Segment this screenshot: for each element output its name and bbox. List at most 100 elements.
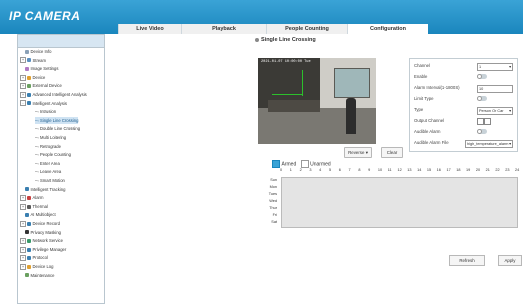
tab-playback[interactable]: Playback bbox=[181, 24, 266, 34]
channel-select[interactable]: 1 ▾ bbox=[477, 63, 513, 71]
clear-button[interactable]: Clear bbox=[381, 147, 403, 158]
sidebar-item[interactable]: –◦ Smart Motion bbox=[35, 177, 65, 184]
sidebar-item-label: Stream bbox=[32, 57, 47, 63]
folder-icon bbox=[27, 84, 31, 89]
expand-icon[interactable]: + bbox=[20, 195, 26, 202]
day-label: Sun bbox=[270, 178, 277, 182]
schedule-grid: 0 1 2 3 4 5 6 7 8 9 10 11 12 13 14 15 16 17 18 19 20 21 22 23 24… bbox=[259, 168, 521, 230]
sidebar-item-label: Alarm bbox=[32, 195, 44, 201]
direction-select[interactable]: Reverse ▾ bbox=[344, 147, 372, 158]
sidebar-item[interactable]: + Privilege Manager bbox=[20, 246, 66, 253]
enable-toggle[interactable] bbox=[477, 74, 487, 79]
chevron-down-icon: ▾ bbox=[509, 109, 511, 113]
alarm-interval-input[interactable]: 10 bbox=[477, 85, 513, 93]
folder-icon bbox=[25, 49, 29, 54]
detection-line[interactable] bbox=[272, 94, 302, 95]
sidebar-item[interactable]: Maintenance bbox=[20, 272, 54, 279]
audible-alarm-file-select[interactable]: high_temperature_alarm ▾ bbox=[465, 140, 513, 148]
sidebar-item[interactable]: + Device Log bbox=[20, 263, 53, 270]
collapse-icon[interactable]: - bbox=[20, 100, 26, 107]
sidebar-item[interactable]: + Protocol bbox=[20, 254, 48, 262]
audible-alarm-toggle[interactable] bbox=[477, 129, 487, 134]
sidebar-item[interactable]: –◦ Leave Area bbox=[35, 168, 61, 175]
type-select[interactable]: Person Or Car ▾ bbox=[477, 107, 513, 115]
sidebar-item-label: Thermal bbox=[32, 203, 48, 209]
expand-icon[interactable]: + bbox=[20, 255, 26, 262]
camera-scene-floor bbox=[258, 108, 376, 144]
sidebar-item[interactable]: Device Info bbox=[20, 48, 51, 55]
expand-icon[interactable]: + bbox=[20, 57, 26, 64]
expand-icon[interactable]: + bbox=[20, 91, 26, 98]
sidebar-item[interactable]: –◦ Intrusion bbox=[35, 108, 56, 115]
sidebar-item[interactable]: –◦ Enter Area bbox=[35, 160, 60, 167]
enable-label: Enable bbox=[414, 74, 428, 79]
day-label: Tues bbox=[268, 192, 277, 196]
folder-icon bbox=[27, 92, 31, 97]
live-video-view[interactable]: 2021-01-07 10:00:00 Tue bbox=[258, 58, 376, 144]
camera-scene-desk bbox=[268, 100, 320, 112]
tab-people-counting[interactable]: People Counting bbox=[266, 24, 347, 34]
sidebar-item[interactable]: Image Settings bbox=[20, 65, 58, 72]
channel-label: Channel bbox=[414, 63, 431, 68]
sidebar-item[interactable]: - Intelligent Analysis bbox=[20, 100, 67, 107]
schedule-cells[interactable] bbox=[281, 177, 518, 228]
folder-icon bbox=[25, 230, 29, 235]
expand-icon[interactable]: + bbox=[20, 263, 26, 270]
day-label: Thur bbox=[269, 206, 277, 210]
sidebar-item-label: Device Log bbox=[32, 264, 54, 269]
leaf-spacer bbox=[20, 67, 24, 71]
sidebar-item[interactable]: AI Multiobject bbox=[20, 211, 56, 218]
hour-tick-label: 14 bbox=[417, 168, 422, 172]
sidebar-item[interactable]: + External Device bbox=[20, 82, 62, 90]
sidebar-item[interactable]: + Thermal bbox=[20, 203, 48, 210]
armed-swatch-icon[interactable] bbox=[272, 160, 280, 168]
sidebar-item[interactable]: –◦ Single Line Crossing bbox=[35, 116, 79, 124]
sidebar-item-label: Double Line Crossing bbox=[39, 126, 81, 132]
refresh-button[interactable]: Refresh bbox=[449, 255, 485, 266]
toggle-knob bbox=[477, 96, 482, 101]
expand-icon[interactable]: + bbox=[20, 238, 26, 245]
hour-tick-label: 8 bbox=[358, 168, 361, 172]
sidebar-item-label: Privilege Manager bbox=[32, 246, 67, 252]
sidebar-item[interactable]: Privacy Masking bbox=[20, 229, 61, 236]
limit-type-toggle[interactable] bbox=[477, 96, 487, 101]
expand-icon[interactable]: + bbox=[20, 203, 26, 210]
folder-icon bbox=[27, 264, 31, 269]
sidebar-item-label: Intrusion bbox=[39, 109, 57, 115]
tab-configuration[interactable]: Configuration bbox=[347, 24, 428, 34]
detection-line-vertical[interactable] bbox=[302, 70, 303, 96]
expand-icon[interactable]: + bbox=[20, 246, 26, 253]
hour-tick-label: 24 bbox=[515, 168, 520, 172]
output-channel-checkbox-1[interactable] bbox=[477, 118, 484, 125]
sidebar-item[interactable]: –◦ Multi Loitering bbox=[35, 134, 66, 141]
hour-tick-label: 17 bbox=[446, 168, 451, 172]
sidebar-item[interactable]: + Network Service bbox=[20, 237, 63, 245]
unarmed-swatch-icon[interactable] bbox=[300, 160, 309, 168]
output-channel-checkbox-2[interactable] bbox=[484, 118, 491, 125]
sidebar-item[interactable]: + Alarm bbox=[20, 194, 44, 202]
toggle-knob bbox=[477, 74, 482, 79]
hour-tick-label: 9 bbox=[368, 168, 371, 172]
sidebar-item[interactable]: –◦ People Counting bbox=[35, 151, 71, 158]
sidebar-item[interactable]: + Device bbox=[20, 74, 45, 81]
expand-icon[interactable]: + bbox=[20, 74, 26, 81]
sidebar-item-label: Privacy Masking bbox=[30, 229, 61, 235]
expand-icon[interactable]: + bbox=[20, 220, 26, 227]
sidebar-item[interactable]: –◦ Double Line Crossing bbox=[35, 125, 80, 132]
sidebar-item[interactable]: + Advanced Intelligent Analysis bbox=[20, 91, 87, 98]
sidebar-item[interactable]: Intelligent Tracking bbox=[20, 186, 65, 193]
sidebar-item-label: Device Record bbox=[32, 221, 60, 226]
armed-label: Armed bbox=[281, 161, 297, 168]
leaf-spacer bbox=[20, 213, 24, 217]
sidebar-item-label: Device bbox=[32, 74, 46, 80]
sidebar-item[interactable]: –◦ Retrograde bbox=[35, 143, 61, 150]
sidebar-item-label: Retrograde bbox=[39, 143, 61, 149]
sidebar-item-label: Device Info bbox=[30, 49, 52, 54]
sidebar-item[interactable]: + Stream bbox=[20, 57, 46, 64]
apply-button[interactable]: Apply bbox=[498, 255, 522, 266]
page-title: Single Line Crossing bbox=[255, 37, 316, 43]
tab-live-video[interactable]: Live Video bbox=[118, 24, 181, 34]
expand-icon[interactable]: + bbox=[20, 83, 26, 90]
camera-osd-timestamp: 2021-01-07 10:00:00 Tue bbox=[261, 60, 311, 64]
sidebar-item[interactable]: + Device Record bbox=[20, 220, 60, 227]
